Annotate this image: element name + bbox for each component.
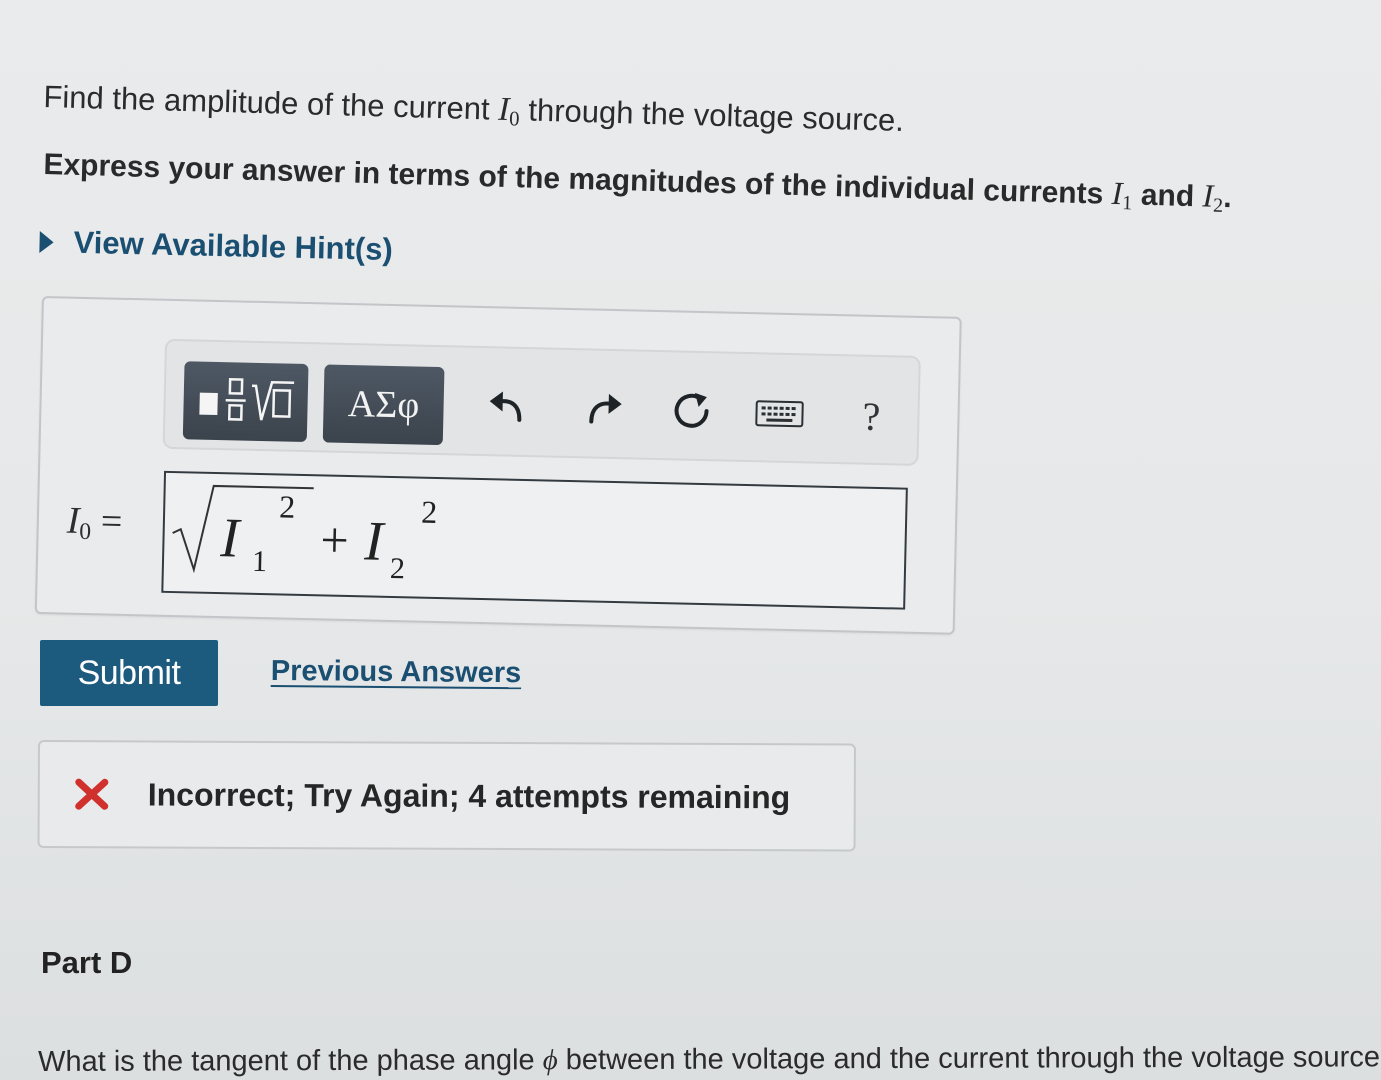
undo-button[interactable] [477, 376, 538, 439]
undo-icon [489, 391, 522, 422]
answer-expression: I 1 2 + I 2 2 [172, 484, 438, 585]
term-i1: I [219, 507, 242, 569]
templates-button[interactable] [182, 361, 309, 443]
incorrect-x-icon [75, 778, 109, 810]
term-i1-subscript: 1 [252, 545, 268, 578]
caret-right-icon [39, 230, 54, 254]
previous-answers-link[interactable]: Previous Answers [271, 655, 522, 690]
question-suffix: through the voltage source. [527, 92, 905, 139]
greek-symbols-icon: ΑΣφ [347, 382, 420, 427]
part-d-question: What is the tangent of the phase angle ϕ… [38, 1041, 1380, 1078]
keyboard-button[interactable] [749, 382, 810, 445]
view-hints-label: View Available Hint(s) [73, 224, 394, 268]
submit-button[interactable]: Submit [40, 640, 218, 706]
help-icon: ? [862, 393, 881, 439]
plus-operator: + [320, 511, 349, 568]
part-d-title: Part D [41, 945, 133, 980]
answer-instruction: Express your answer in terms of the magn… [43, 147, 1233, 217]
feedback-box: Incorrect; Try Again; 4 attempts remaini… [37, 740, 856, 852]
phase-angle-symbol: ϕ [542, 1044, 558, 1077]
view-hints-toggle[interactable]: View Available Hint(s) [39, 224, 393, 268]
current-i2: I2 [1202, 178, 1224, 217]
instruction-prefix: Express your answer in terms of the magn… [43, 147, 1104, 211]
question-text: Find the amplitude of the current I0 thr… [43, 78, 905, 142]
redo-icon [589, 393, 622, 424]
answer-input[interactable]: I 1 2 + I 2 2 [161, 470, 908, 610]
term-i2: I [363, 510, 386, 572]
question-prefix: Find the amplitude of the current [42, 78, 491, 127]
term-i1-exponent: 2 [279, 488, 296, 524]
current-i0: I0 [497, 90, 520, 131]
templates-icon [199, 378, 295, 421]
term-i2-exponent: 2 [421, 494, 438, 530]
redo-button[interactable] [573, 378, 634, 441]
keyboard-icon [755, 400, 804, 428]
math-toolbar: ΑΣφ ? [162, 338, 921, 466]
current-i1: I1 [1111, 175, 1133, 215]
answer-panel: ΑΣφ ? I0 = I 1 2 + I 2 2 [34, 296, 962, 635]
feedback-text: Incorrect; Try Again; 4 attempts remaini… [147, 775, 791, 815]
reset-button[interactable] [661, 380, 722, 443]
term-i2-subscript: 2 [390, 552, 406, 585]
answer-label: I0 = [66, 499, 123, 546]
reset-icon [674, 392, 709, 428]
help-button[interactable]: ? [841, 384, 902, 447]
greek-symbols-button[interactable]: ΑΣφ [322, 364, 445, 446]
instruction-and: and [1140, 178, 1195, 214]
